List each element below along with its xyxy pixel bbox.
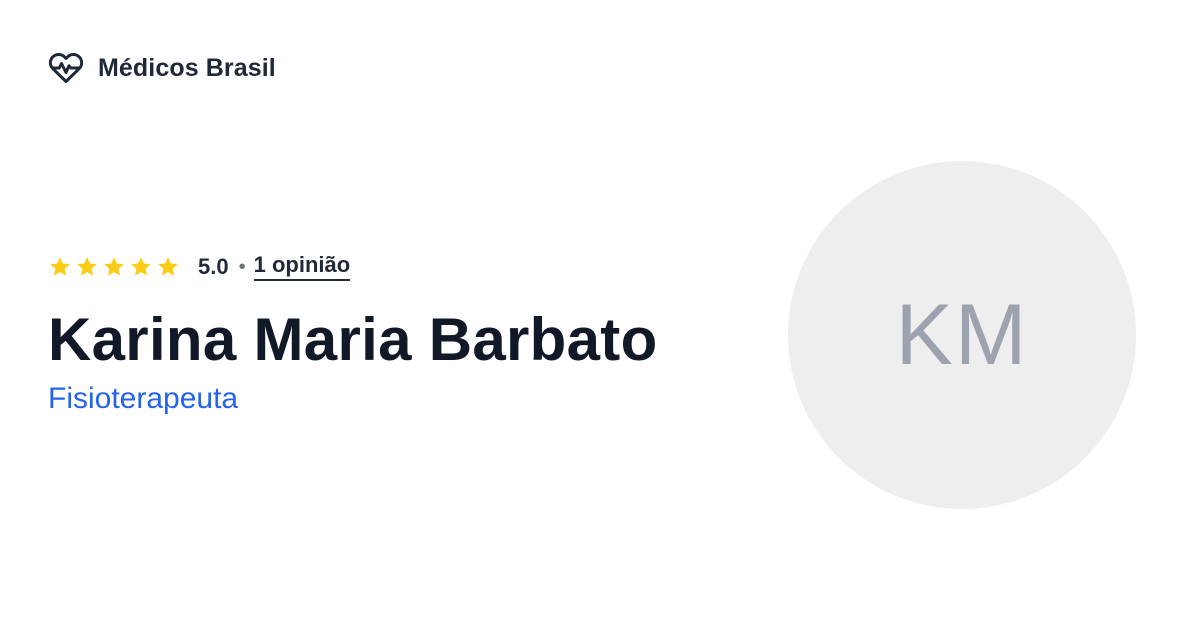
rating-summary: 5.0 • 1 opinião (48, 250, 351, 284)
avatar: KM (788, 161, 1136, 509)
brand-name: Médicos Brasil (98, 53, 276, 82)
separator-dot: • (238, 255, 246, 278)
doctor-name: Karina Maria Barbato (48, 306, 658, 373)
star-icon (158, 257, 178, 276)
star-icon (50, 257, 70, 276)
star-icon (104, 257, 124, 276)
doctor-specialty: Fisioterapeuta (48, 382, 239, 415)
star-icon (77, 257, 97, 276)
rating-score: 5.0 (198, 254, 229, 279)
star-icon (131, 257, 151, 276)
reviews-link[interactable]: 1 opinião (253, 253, 351, 281)
avatar-initials: KM (895, 286, 1029, 383)
brand-header[interactable]: Médicos Brasil (48, 48, 276, 88)
star-rating (48, 255, 180, 279)
heart-pulse-icon (48, 50, 84, 86)
